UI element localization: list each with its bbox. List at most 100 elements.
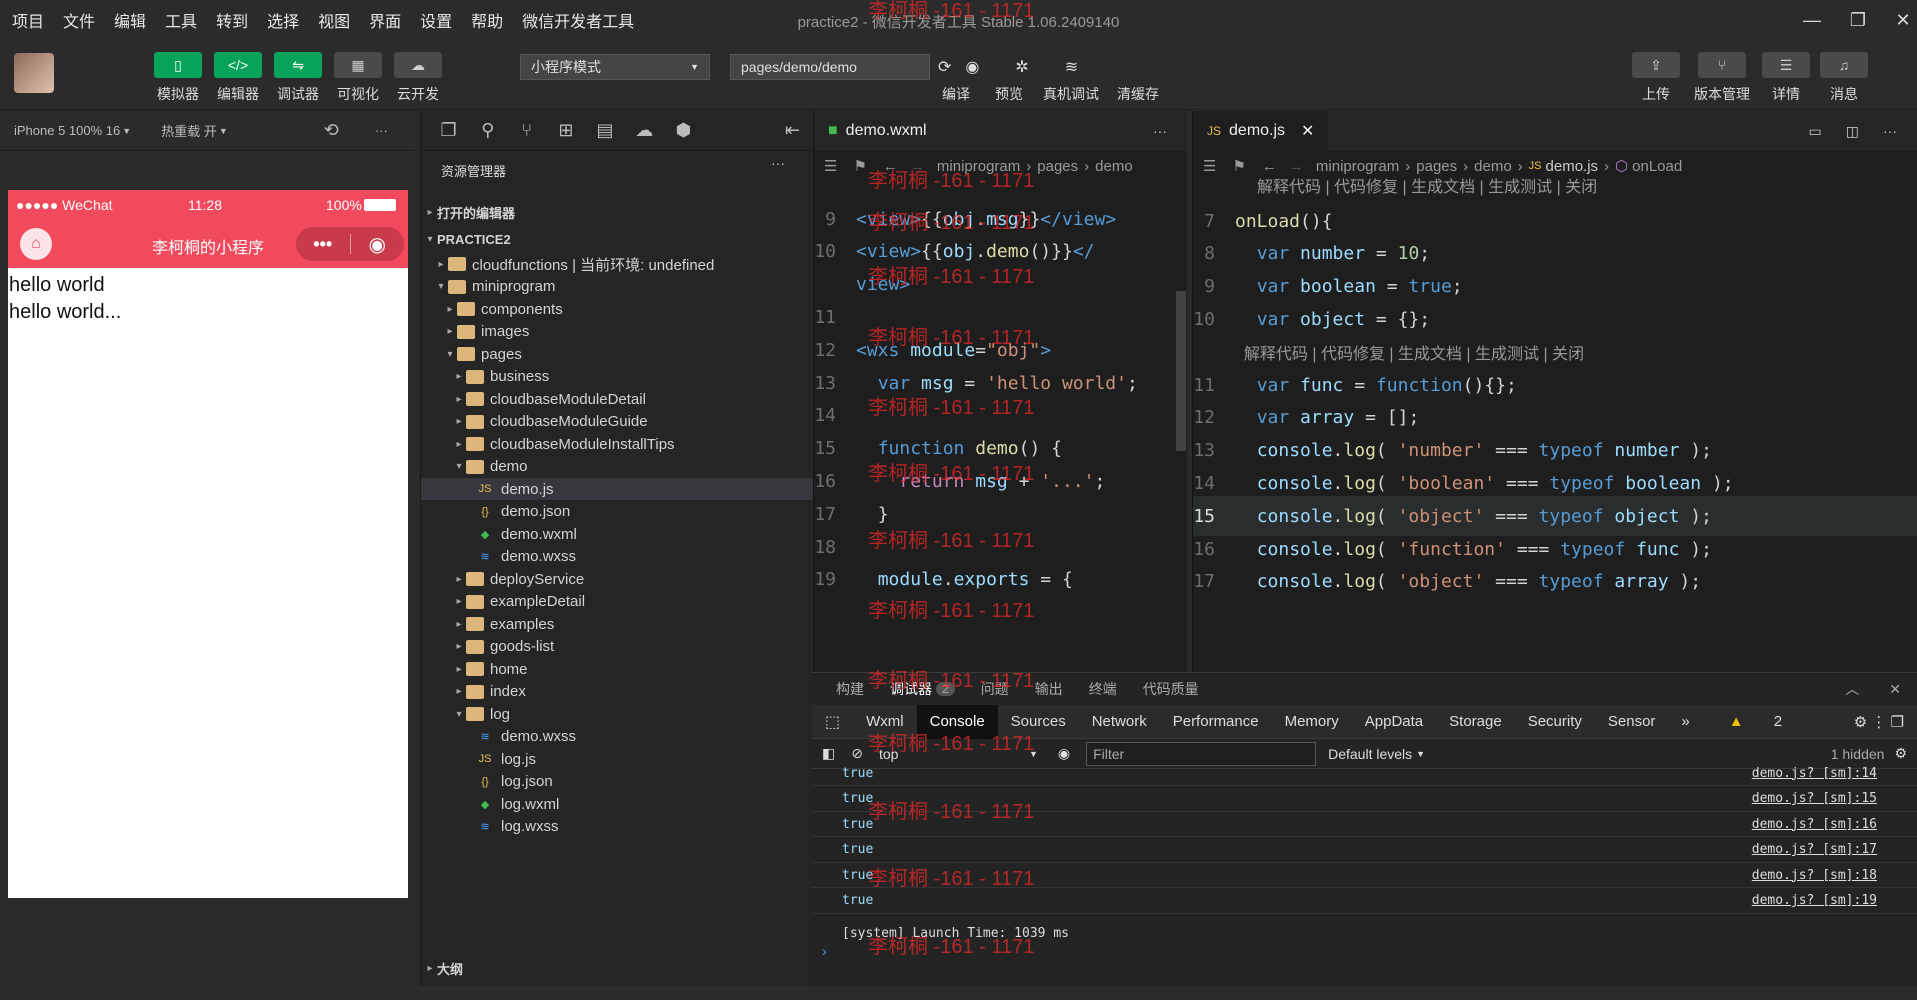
bug-icon[interactable]: ✲ bbox=[1015, 57, 1028, 77]
tree-item[interactable]: ▾ demo bbox=[421, 456, 813, 478]
menu-item[interactable]: 文件 bbox=[63, 8, 95, 32]
tree-item[interactable]: ▾ log bbox=[421, 703, 813, 725]
tree-item[interactable]: ▸ cloudbaseModuleDetail bbox=[421, 388, 813, 410]
debugger-button[interactable]: ⇋ 调试器 bbox=[272, 52, 324, 104]
compile-path-select[interactable]: pages/demo/demo bbox=[730, 54, 930, 80]
tree-item[interactable]: ◆ log.wxml bbox=[421, 793, 813, 815]
tab-debugger[interactable]: 调试器 bbox=[890, 679, 932, 699]
more-icon[interactable]: ··· bbox=[375, 123, 388, 138]
menu-item[interactable]: 界面 bbox=[369, 8, 401, 32]
code-line[interactable]: 17 console.log( 'object' === typeof arra… bbox=[1193, 562, 1917, 602]
eye-icon[interactable]: ◉ bbox=[1058, 745, 1070, 762]
tab-demo-js[interactable]: JS demo.js ✕ bbox=[1193, 111, 1329, 151]
bookmark-icon[interactable]: ⚑ bbox=[1232, 157, 1245, 175]
upload-button[interactable]: ⇪ 上传 bbox=[1628, 52, 1684, 104]
layers-icon[interactable]: ≋ bbox=[1065, 57, 1078, 77]
more-icon[interactable]: ··· bbox=[1883, 123, 1897, 139]
close-icon[interactable]: ✕ bbox=[1889, 681, 1901, 698]
tab-demo-wxml[interactable]: ■ demo.wxml bbox=[814, 111, 941, 151]
rotate-icon[interactable]: ⟲ bbox=[324, 120, 339, 141]
tree-item[interactable]: ▸ cloudfunctions | 当前环境: undefined bbox=[421, 253, 813, 275]
devtools-tab-storage[interactable]: Storage bbox=[1436, 713, 1515, 730]
device-debug-label[interactable]: 真机调试 bbox=[1034, 84, 1108, 104]
editor-button[interactable]: </> 编辑器 bbox=[212, 52, 264, 104]
tree-item[interactable]: ▸ deployService bbox=[421, 568, 813, 590]
eye-icon[interactable]: ◉ bbox=[965, 57, 979, 77]
tree-item[interactable]: ▸ goods-list bbox=[421, 636, 813, 658]
tree-item[interactable]: ▾ miniprogram bbox=[421, 276, 813, 298]
devtools-tab-wxml[interactable]: Wxml bbox=[853, 713, 917, 730]
more-icon[interactable]: ··· bbox=[771, 155, 785, 171]
docker-icon[interactable]: ☁ bbox=[625, 120, 664, 141]
comment-icon[interactable]: ▭ bbox=[1809, 123, 1822, 140]
menu-item[interactable]: 微信开发者工具 bbox=[522, 8, 634, 32]
visual-button[interactable]: ▦ 可视化 bbox=[332, 52, 384, 104]
messages-button[interactable]: ♫ 消息 bbox=[1816, 52, 1872, 104]
tree-item[interactable]: ▸ business bbox=[421, 366, 813, 388]
log-source-link[interactable]: demo.js? [sm]:14 bbox=[1752, 766, 1877, 781]
version-button[interactable]: ⑂ 版本管理 bbox=[1690, 52, 1754, 104]
menu-item[interactable]: 工具 bbox=[165, 8, 197, 32]
simulator-button[interactable]: ▯ 模拟器 bbox=[152, 52, 204, 104]
minimize-icon[interactable]: — bbox=[1789, 6, 1835, 34]
tree-item[interactable]: {} log.json bbox=[421, 771, 813, 793]
devtools-tab-sources[interactable]: Sources bbox=[998, 713, 1079, 730]
tab-terminal[interactable]: 终端 bbox=[1089, 679, 1117, 699]
tab-code-quality[interactable]: 代码质量 bbox=[1143, 679, 1199, 699]
devtools-tab-network[interactable]: Network bbox=[1079, 713, 1160, 730]
avatar[interactable] bbox=[14, 53, 54, 93]
menu-item[interactable]: 项目 bbox=[12, 8, 44, 32]
tree-item[interactable]: JS log.js bbox=[421, 748, 813, 770]
tab-build[interactable]: 构建 bbox=[836, 679, 864, 699]
back-icon[interactable]: ← bbox=[883, 158, 898, 175]
back-icon[interactable]: ← bbox=[1262, 158, 1277, 175]
tree-item[interactable]: ≋ demo.wxss bbox=[421, 726, 813, 748]
devtools-tab-security[interactable]: Security bbox=[1515, 713, 1595, 730]
compile-label[interactable]: 编译 bbox=[928, 84, 984, 104]
menu-item[interactable]: 转到 bbox=[216, 8, 248, 32]
forward-icon[interactable]: → bbox=[910, 158, 925, 175]
log-source-link[interactable]: demo.js? [sm]:16 bbox=[1752, 817, 1877, 832]
close-icon[interactable]: ✕ bbox=[1880, 6, 1917, 34]
phone-simulator[interactable]: ●●●●● WeChat 11:28 100% ⌂ 李柯桐的小程序 ••• ◉ … bbox=[8, 190, 408, 898]
levels-select[interactable]: Default levels bbox=[1328, 746, 1412, 762]
log-source-link[interactable]: demo.js? [sm]:15 bbox=[1752, 791, 1877, 806]
log-source-link[interactable]: demo.js? [sm]:18 bbox=[1752, 868, 1877, 883]
forward-icon[interactable]: → bbox=[1289, 158, 1304, 175]
list-icon[interactable]: ☰ bbox=[1203, 157, 1216, 175]
tree-item[interactable]: ≋ log.wxss bbox=[421, 816, 813, 838]
tree-item[interactable]: ▸ examples bbox=[421, 613, 813, 635]
devtools-tab-appdata[interactable]: AppData bbox=[1352, 713, 1436, 730]
outline-section[interactable]: ▸ 大纲 bbox=[421, 955, 813, 982]
more-tabs-icon[interactable]: » bbox=[1668, 713, 1702, 730]
extensions-icon[interactable]: ⊞ bbox=[546, 120, 585, 141]
codelens-top[interactable]: 解释代码 | 代码修复 | 生成文档 | 生成测试 | 关闭 bbox=[1257, 173, 1597, 197]
collapse-icon[interactable]: ⇤ bbox=[773, 120, 812, 141]
details-button[interactable]: ☰ 详情 bbox=[1758, 52, 1814, 104]
menu-item[interactable]: 编辑 bbox=[114, 8, 146, 32]
cloud-button[interactable]: ☁ 云开发 bbox=[392, 52, 444, 104]
devtools-tab-sensor[interactable]: Sensor bbox=[1595, 713, 1669, 730]
close-icon[interactable]: ✕ bbox=[1301, 121, 1314, 141]
chevron-up-icon[interactable]: ︿ bbox=[1845, 679, 1859, 699]
clear-cache-label[interactable]: 清缓存 bbox=[1108, 84, 1168, 104]
devtools-tab-memory[interactable]: Memory bbox=[1272, 713, 1352, 730]
tree-item[interactable]: JS demo.js bbox=[421, 478, 813, 500]
editor-js[interactable]: JS demo.js ✕ ▭ ◫ ··· ☰ ⚑ ← → miniprogram › page… bbox=[1192, 111, 1917, 672]
close-circle-icon[interactable]: ◉ bbox=[350, 232, 404, 257]
more-icon[interactable]: ••• bbox=[296, 234, 350, 255]
tree-item[interactable]: {} demo.json bbox=[421, 501, 813, 523]
inspect-icon[interactable]: ⬚ bbox=[812, 712, 853, 732]
open-editors-section[interactable]: ▸ 打开的编辑器 bbox=[421, 199, 813, 226]
tab-problems[interactable]: 问题 bbox=[981, 679, 1009, 699]
code-line[interactable]: 19 module.exports = { bbox=[814, 560, 1187, 600]
tree-item[interactable]: ▾ pages bbox=[421, 343, 813, 365]
devtools-settings-icon[interactable]: ⚙ ⋮ ❐ bbox=[1841, 713, 1917, 731]
tree-item[interactable]: ≋ demo.wxss bbox=[421, 546, 813, 568]
split-editor-icon[interactable]: ◫ bbox=[1846, 123, 1859, 140]
bookmark-icon[interactable]: ⚑ bbox=[853, 157, 866, 175]
tree-item[interactable]: ▸ images bbox=[421, 321, 813, 343]
git-icon[interactable]: ⑂ bbox=[507, 120, 546, 141]
settings-icon[interactable]: ⬢ bbox=[664, 120, 703, 141]
context-select[interactable]: top bbox=[879, 746, 1029, 762]
